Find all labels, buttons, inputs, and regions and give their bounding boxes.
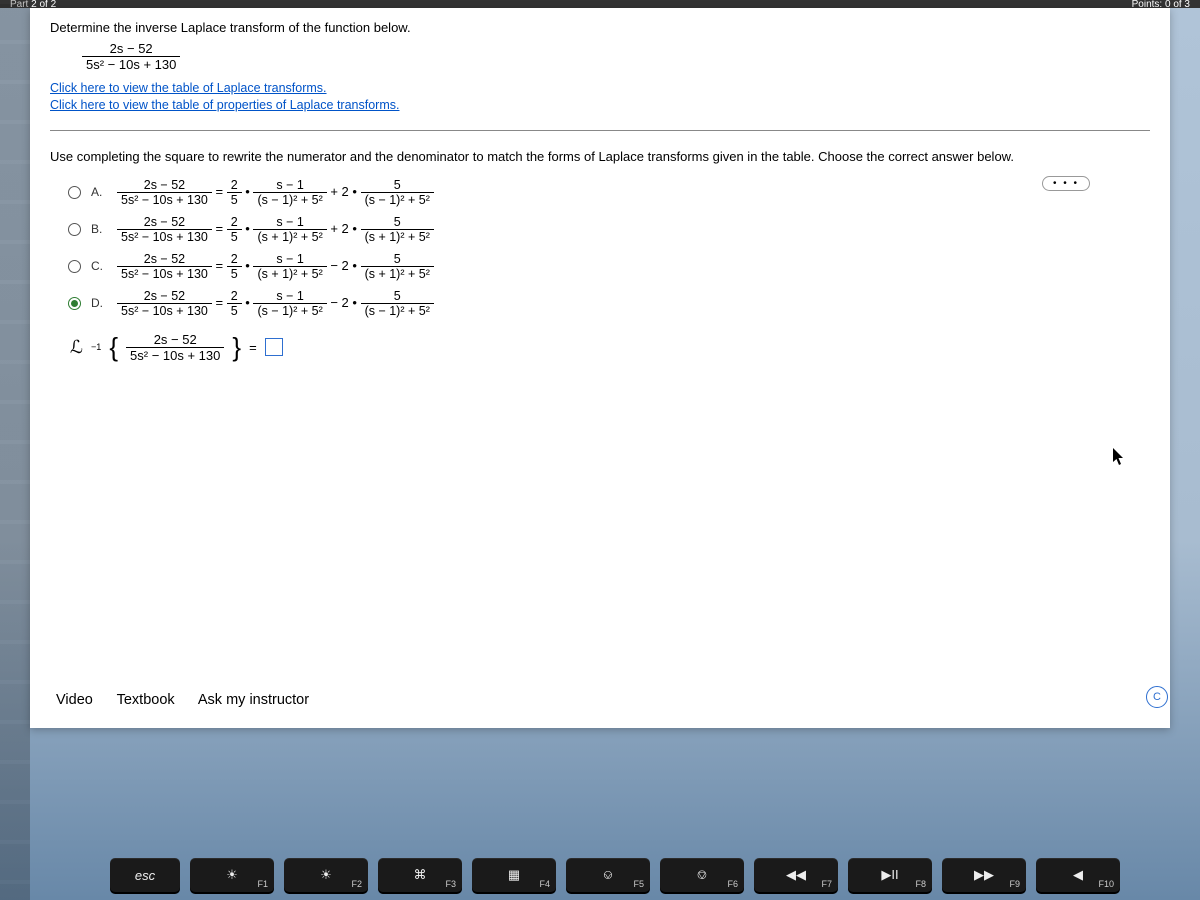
- expr-numerator: 2s − 52: [82, 41, 180, 57]
- choice-D[interactable]: D. 2s − 525s² − 10s + 130 = 25 • s − 1(s …: [68, 289, 1150, 318]
- expr-denominator: 5s² − 10s + 130: [82, 57, 180, 72]
- choice-A[interactable]: A. 2s − 525s² − 10s + 130 = 25 • s − 1(s …: [68, 178, 1150, 207]
- divider: [50, 130, 1150, 131]
- key-f2[interactable]: ☀F2: [284, 858, 368, 892]
- browser-chrome: Part 2 of 2 Points: 0 of 3: [0, 0, 1200, 8]
- key-f5[interactable]: ⎉F5: [566, 858, 650, 892]
- answer-input-row: ℒ−1 { 2s − 52 5s² − 10s + 130 } =: [70, 332, 1150, 363]
- choice-equation: 2s − 525s² − 10s + 130 = 25 • s − 1(s − …: [117, 289, 434, 318]
- link-laplace-table[interactable]: Click here to view the table of Laplace …: [50, 80, 1150, 97]
- reference-links: Click here to view the table of Laplace …: [50, 80, 1150, 114]
- instruction-text: Use completing the square to rewrite the…: [50, 149, 1150, 164]
- more-button[interactable]: • • •: [1042, 176, 1090, 191]
- key-f3[interactable]: ⌘F3: [378, 858, 462, 892]
- answer-inner-den: 5s² − 10s + 130: [126, 348, 224, 363]
- key-icon: ◀◀: [786, 867, 806, 883]
- choice-label: B.: [91, 222, 107, 236]
- answer-input[interactable]: [265, 338, 283, 356]
- choice-equation: 2s − 525s² − 10s + 130 = 25 • s − 1(s − …: [117, 178, 434, 207]
- key-f1[interactable]: ☀︎F1: [190, 858, 274, 892]
- inverse-exponent: −1: [91, 342, 101, 352]
- script-l-symbol: ℒ: [70, 337, 83, 358]
- choice-label: D.: [91, 296, 107, 310]
- key-f8[interactable]: ▶IIF8: [848, 858, 932, 892]
- radio-D[interactable]: [68, 297, 81, 310]
- key-icon: ⎉: [603, 867, 613, 883]
- keyboard-row: esc ☀︎F1 ☀F2 ⌘F3 ▦F4 ⎉F5 ⎊F6 ◀◀F7 ▶IIF8 ▶▶F9 ◀F10: [0, 858, 1200, 892]
- key-icon: ☀: [320, 867, 332, 883]
- radio-C[interactable]: [68, 260, 81, 273]
- radio-A[interactable]: [68, 186, 81, 199]
- problem-prompt: Determine the inverse Laplace transform …: [50, 20, 1150, 35]
- choice-equation: 2s − 525s² − 10s + 130 = 25 • s − 1(s + …: [117, 215, 434, 244]
- choice-B[interactable]: B. 2s − 525s² − 10s + 130 = 25 • s − 1(s …: [68, 215, 1150, 244]
- question-page: Determine the inverse Laplace transform …: [30, 8, 1170, 728]
- key-icon: ▶▶: [974, 867, 994, 883]
- key-icon: ▶II: [881, 867, 898, 883]
- choice-C[interactable]: C. 2s − 525s² − 10s + 130 = 25 • s − 1(s …: [68, 252, 1150, 281]
- ask-instructor-link[interactable]: Ask my instructor: [198, 692, 309, 708]
- radio-B[interactable]: [68, 223, 81, 236]
- key-f10[interactable]: ◀F10: [1036, 858, 1120, 892]
- choice-label: A.: [91, 185, 107, 199]
- cursor-icon: [1112, 448, 1126, 466]
- key-icon: ⌘: [414, 867, 427, 883]
- problem-expression: 2s − 52 5s² − 10s + 130: [82, 41, 1150, 72]
- key-f6[interactable]: ⎊F6: [660, 858, 744, 892]
- link-laplace-properties[interactable]: Click here to view the table of properti…: [50, 97, 1150, 114]
- key-f9[interactable]: ▶▶F9: [942, 858, 1026, 892]
- answer-choices: A. 2s − 525s² − 10s + 130 = 25 • s − 1(s …: [68, 178, 1150, 318]
- key-icon: ◀: [1073, 867, 1083, 883]
- choice-label: C.: [91, 259, 107, 273]
- equals-sign: =: [249, 340, 257, 355]
- key-icon: ▦: [508, 867, 520, 883]
- clear-button[interactable]: C: [1146, 686, 1168, 708]
- key-icon: ⎊: [697, 867, 707, 883]
- key-f4[interactable]: ▦F4: [472, 858, 556, 892]
- video-link[interactable]: Video: [56, 692, 93, 708]
- answer-inner-num: 2s − 52: [126, 332, 224, 348]
- key-icon: ☀︎: [226, 867, 238, 883]
- key-f7[interactable]: ◀◀F7: [754, 858, 838, 892]
- choice-equation: 2s − 525s² − 10s + 130 = 25 • s − 1(s + …: [117, 252, 434, 281]
- notebook-spiral: [0, 0, 30, 900]
- key-esc[interactable]: esc: [110, 858, 180, 892]
- help-links: Video Textbook Ask my instructor: [56, 692, 329, 708]
- textbook-link[interactable]: Textbook: [117, 692, 175, 708]
